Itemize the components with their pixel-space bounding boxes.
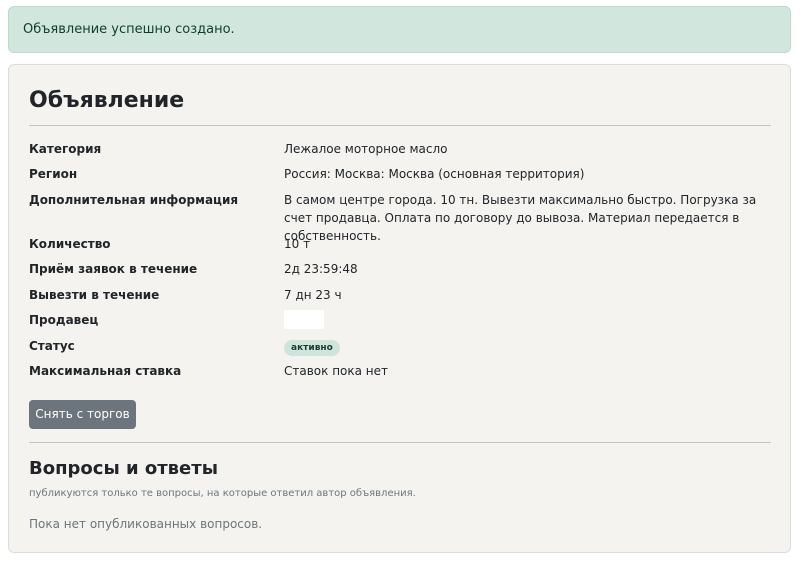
row-label: Продавец xyxy=(29,313,99,327)
row-label: Приём заявок в течение xyxy=(29,262,198,276)
success-alert: Объявление успешно создано. xyxy=(8,6,791,53)
row-label: Дополнительная информация xyxy=(29,193,239,207)
qa-empty-message: Пока нет опубликованных вопросов. xyxy=(29,517,263,531)
row-label: Максимальная ставка xyxy=(29,364,182,378)
title-divider xyxy=(29,125,771,126)
qa-title: Вопросы и ответы xyxy=(29,458,218,479)
row-value: Ставок пока нет xyxy=(284,364,389,378)
row-label: Регион xyxy=(29,167,78,181)
withdraw-button[interactable]: Снять с торгов xyxy=(29,400,136,429)
alert-message: Объявление успешно создано. xyxy=(23,22,235,37)
row-label: Категория xyxy=(29,142,102,156)
row-value: 7 дн 23 ч xyxy=(284,288,342,302)
section-divider xyxy=(29,442,771,443)
row-label: Вывезти в течение xyxy=(29,288,160,302)
row-value xyxy=(284,310,774,334)
row-value: 10 т xyxy=(284,237,311,251)
row-value: 2д 23:59:48 xyxy=(284,262,358,276)
row-label: Статус xyxy=(29,339,75,353)
page-title: Объявление xyxy=(29,88,185,113)
row-value: Россия: Москва: Москва (основная террито… xyxy=(284,167,585,181)
row-value: активно xyxy=(284,337,774,356)
row-label: Количество xyxy=(29,237,111,251)
seller-placeholder xyxy=(284,310,324,329)
listing-card: Объявление Категория Лежалое моторное ма… xyxy=(8,64,791,553)
qa-note: публикуются только те вопросы, на которы… xyxy=(29,488,416,499)
row-value: Лежалое моторное масло xyxy=(284,142,448,156)
status-badge: активно xyxy=(284,340,340,356)
